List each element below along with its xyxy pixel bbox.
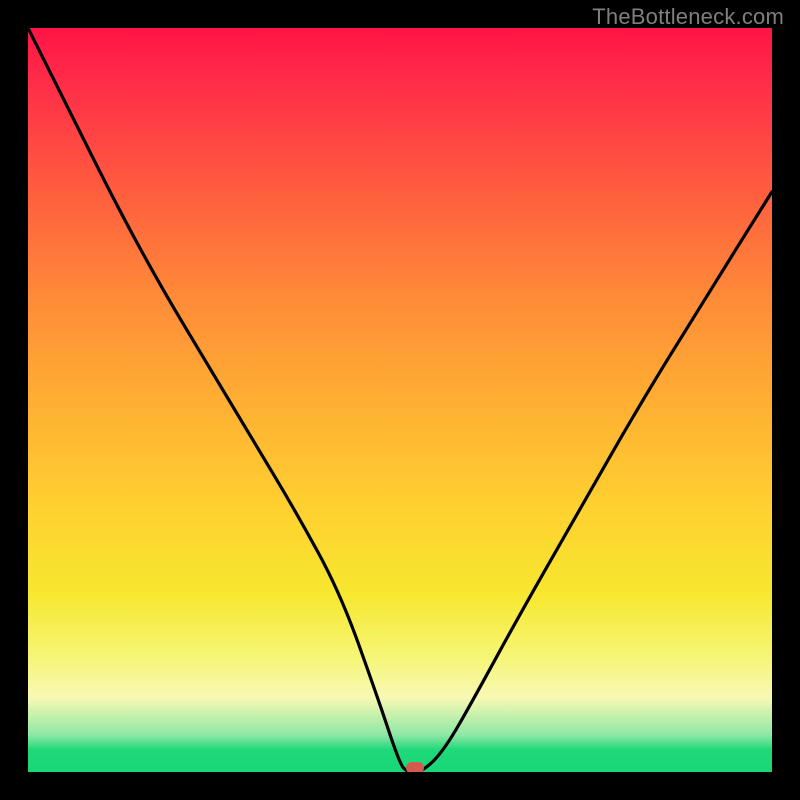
bottleneck-curve: [28, 28, 772, 772]
chart-frame: TheBottleneck.com: [0, 0, 800, 800]
plot-area: [28, 28, 772, 772]
watermark-text: TheBottleneck.com: [592, 4, 784, 30]
optimal-point-marker: [406, 762, 424, 772]
